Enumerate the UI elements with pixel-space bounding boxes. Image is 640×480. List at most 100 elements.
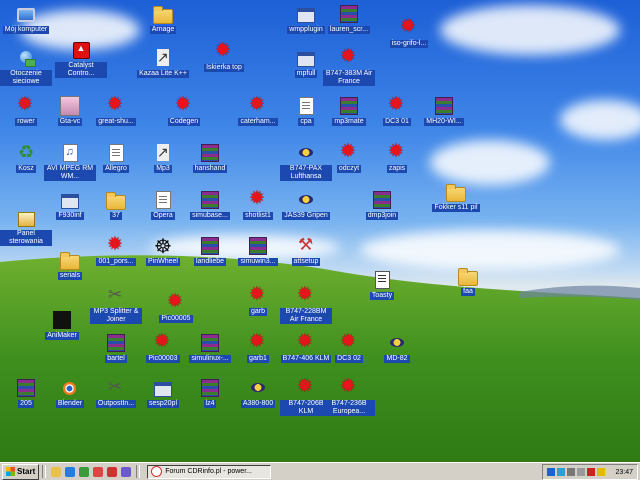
icon-arnage[interactable]: Arnage [137,4,189,34]
icon-panel-sterowania[interactable]: Panel sterowania [0,208,52,246]
icon-mp3mate[interactable]: mp3mate [323,96,375,126]
icon-dc3-02[interactable]: DC3 02 [323,333,375,363]
icon-faa[interactable]: faa [442,266,494,296]
icon-label: landliebe [193,258,227,266]
opera-icon[interactable] [107,466,118,477]
recycle-icon [17,142,35,163]
icon-simuwin3[interactable]: simuwin3... [232,236,284,266]
antivirus-icon[interactable] [587,468,596,476]
icon-mp3-splitter[interactable]: MP3 Splitter & Joiner [90,285,142,324]
icon-label: Opera [151,212,175,220]
task-button-forum-cdrinfo[interactable]: Forum CDRinfo.pl - power... [147,464,272,479]
ie-icon[interactable] [65,466,76,477]
explorer-icon[interactable] [51,466,62,477]
icon-b747-236b-europea[interactable]: B747-236B Europea... [323,378,375,416]
icon-iskierka-top[interactable]: Iskierka top [198,42,250,72]
icon-dmp3join[interactable]: dmp3join [356,190,408,220]
icon-label: rower [15,118,37,126]
icon-serials[interactable]: serials [44,250,96,280]
icon-toasty[interactable]: Toasty [356,270,408,300]
shield-icon[interactable] [567,468,576,476]
flag-icon[interactable] [597,468,606,476]
icon-dc3-01[interactable]: DC3 01 [371,96,423,126]
icon-pic00005[interactable]: Pic00005 [150,293,202,323]
icon-label: Pic00003 [146,355,180,363]
icon-gta-vc[interactable]: Gta-vc [44,96,96,126]
icon-catalyst-control[interactable]: Catalyst Contro... [55,40,107,78]
star-icon [249,190,267,209]
icon-iso-grifo[interactable]: iso-grifo-l... [383,18,435,48]
rar-icon [201,144,219,162]
star-icon [340,143,358,162]
icon-b747-383m-air-france[interactable]: B747-383M Air France [323,48,375,86]
icon-caterham[interactable]: caterham... [232,96,284,126]
icon-avi-mpeg[interactable]: AVI MPEG RM WM... [44,143,96,181]
star-icon [107,236,125,255]
clock[interactable]: 23:47 [615,469,633,476]
rar-icon [17,379,35,397]
icon-lz4[interactable]: lz4 [184,378,236,408]
icon-bartel[interactable]: bartel [90,333,142,363]
icon-jas39-gripen[interactable]: JAS39 Gripen [280,190,332,220]
volume-icon[interactable] [577,468,586,476]
icon-animaker[interactable]: AniMaker [36,310,88,340]
icon-label: AVI MPEG RM WM... [44,165,96,181]
icon-zapis[interactable]: zapis [371,143,423,173]
icon-37[interactable]: 37 [90,190,142,220]
icon-attsetup[interactable]: attsetup [280,235,332,266]
icon-label: faa [461,288,475,296]
icon-moj-komputer[interactable]: Mój komputer [0,4,52,34]
desktop[interactable]: Mój komputer Arnage wmpplugin lauren_scr...… [0,0,640,462]
star-icon [340,48,358,67]
network-icon[interactable] [557,468,566,476]
icon-001-pors[interactable]: 001_pors... [90,236,142,266]
icon-a380-800[interactable]: A380-800 [232,378,284,408]
plane-icon [388,334,406,352]
media-icon[interactable] [121,466,132,477]
wmp-icon[interactable] [79,466,90,477]
icon-pinwheel[interactable]: PinWheel [137,234,189,266]
icon-sesp20pl[interactable]: sesp20pl [137,378,189,408]
icon-shotlist1[interactable]: shotlist1 [232,190,284,220]
icon-outpostin[interactable]: OutpostIn... [90,377,142,408]
star-icon [388,143,406,162]
icon-codegen[interactable]: Codegen [158,96,210,126]
icon-md-82[interactable]: MD-82 [371,333,423,363]
icon-b747-228bm-air-france[interactable]: B747-228BM Air France [280,286,332,324]
exe-icon [297,8,315,23]
panel-icon [17,212,35,227]
icon-simulinux[interactable]: simulinux-... [184,333,236,363]
icon-landliebe[interactable]: landliebe [184,236,236,266]
icon-label: zapis [386,165,408,173]
icon-garb[interactable]: garb [232,286,284,316]
rar-icon [340,97,358,115]
icon-lauren-scr[interactable]: lauren_scr... [323,4,375,34]
icon-kazaa-lite[interactable]: Kazaa Lite K++ [137,48,189,78]
icon-label: AniMaker [45,332,79,340]
icon-simubase[interactable]: simubase... [184,190,236,220]
icon-hanshand[interactable]: hanshand [184,143,236,173]
icon-otoczenie-sieciowe[interactable]: Otoczenie sieciowe [0,48,52,86]
scissors-icon [107,377,125,397]
icon-great-shu[interactable]: great-shu... [90,96,142,126]
media-icon [62,144,78,162]
outlook-icon[interactable] [93,466,104,477]
pl-icon[interactable] [547,468,556,476]
star-icon [249,333,267,352]
icon-label: Otoczenie sieciowe [0,70,52,86]
rar-icon [373,191,391,209]
icon-mh20-wi[interactable]: MH20-WI... [418,96,470,126]
icon-mp3[interactable]: Mp3 [137,143,189,173]
icon-label: attsetup [291,258,321,266]
icon-allegro[interactable]: Allegro [90,143,142,173]
start-button[interactable]: Start [2,463,40,480]
icon-pic00003[interactable]: Pic00003 [137,333,189,363]
icon-odczyt[interactable]: odczyt [323,143,375,173]
star-icon [17,96,35,115]
icon-label: A380-800 [240,400,276,408]
icon-garb1[interactable]: garb1 [232,333,284,363]
icon-opera[interactable]: Opera [137,190,189,220]
icon-fokker-s11-pil[interactable]: Fokker s11 pil [430,182,482,212]
icon-blender[interactable]: Blender [44,378,96,408]
icon-label: PinWheel [146,258,180,266]
